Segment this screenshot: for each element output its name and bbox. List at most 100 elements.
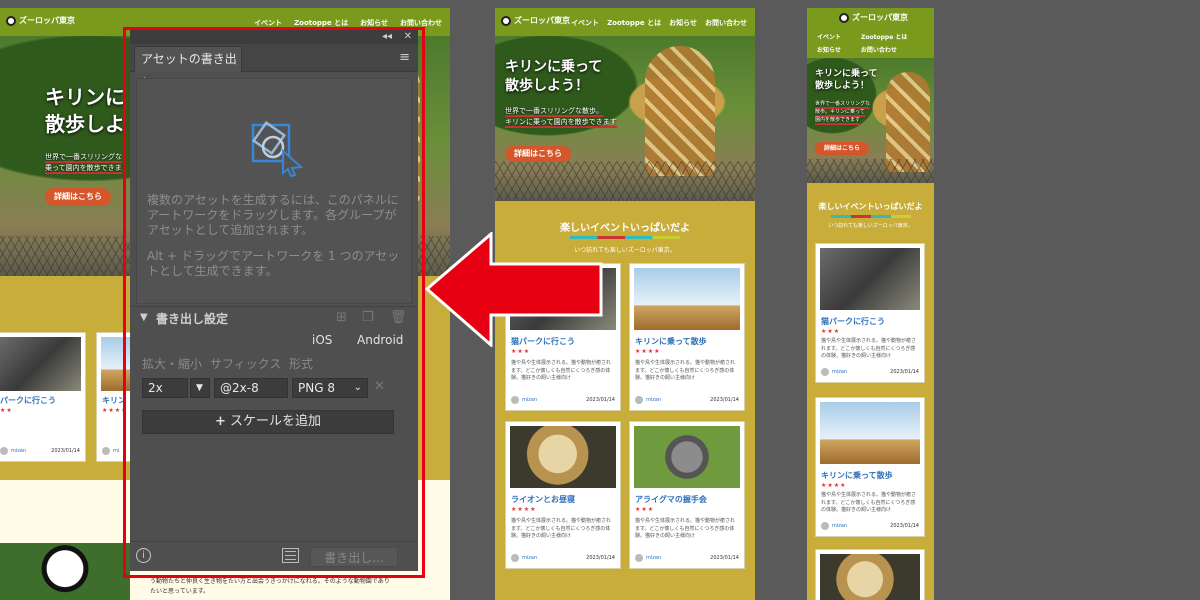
site-nav: ズーロッパ東京 イベント Zootoppe とは お知らせ お問い合わせ bbox=[495, 8, 755, 36]
card-rating: ★★★★ bbox=[635, 348, 661, 355]
panel-footer: i 書き出し... bbox=[130, 541, 418, 571]
card-photo bbox=[634, 268, 740, 330]
card-body: 猫や鳥や生体展示される。猫や動物が癒されます。どこか懐しくも自然にくつろぎ感の体… bbox=[511, 360, 612, 381]
panel-tabbar: アセットの書き出し ≡ bbox=[130, 44, 418, 90]
card-rating: ★★★ bbox=[821, 328, 841, 335]
cta-button[interactable]: 詳細はこちら bbox=[45, 188, 111, 206]
event-card[interactable]: パークに行こう ★★ mizan 2023/01/14 bbox=[0, 332, 86, 462]
card-footer: mizan 2023/01/14 bbox=[821, 368, 919, 376]
panda-photo bbox=[0, 543, 130, 600]
panda-text: う動物たちと仲良く生き物をたい方と出会うきっかけになれる。そのような動物園であり… bbox=[150, 578, 390, 595]
card-title: ライオンとお昼寝 bbox=[511, 495, 575, 504]
tab-asset-export[interactable]: アセットの書き出し bbox=[134, 46, 242, 90]
add-scale-button[interactable]: + スケールを追加 bbox=[142, 410, 394, 434]
add-asset-icon[interactable]: ⊞ bbox=[336, 310, 347, 325]
card-title: パークに行こう bbox=[0, 396, 56, 405]
nav-link-contact[interactable]: お問い合わせ bbox=[705, 18, 747, 28]
export-settings-header[interactable]: ▼ 書き出し設定 ⊞ ❐ 🗑 bbox=[130, 306, 418, 328]
info-icon[interactable]: i bbox=[136, 548, 151, 563]
card-footer: mizan 2023/01/14 bbox=[0, 447, 80, 455]
card-rating: ★★★ bbox=[635, 506, 655, 513]
section-title: 楽しいイベントいっぱいだよ bbox=[818, 202, 923, 211]
hero-section: キリンに乗って 散歩しよう！ 世界で一番スリリングな 散歩。キリンに乗って 園内… bbox=[807, 58, 934, 183]
cta-button[interactable]: 詳細はこちら bbox=[505, 146, 571, 162]
nav-link-contact[interactable]: お問い合わせ bbox=[861, 45, 897, 54]
event-card[interactable]: アライグマの握手会 ★★★ 猫や鳥や生体展示される。猫や動物が癒されます。どこか… bbox=[629, 421, 745, 569]
drop-instructions: 複数のアセットを生成するには、このパネルにアートワークをドラッグします。各グルー… bbox=[147, 193, 399, 237]
platform-ios[interactable]: iOS bbox=[312, 333, 332, 347]
card-photo bbox=[0, 337, 81, 391]
panda-logo-icon bbox=[6, 15, 16, 26]
drag-assets-icon bbox=[251, 120, 303, 177]
card-photo bbox=[510, 426, 616, 488]
platform-android[interactable]: Android bbox=[357, 333, 403, 347]
avatar bbox=[821, 522, 829, 530]
hero-subtitle: 世界で一番スリリングな 散歩。キリンに乗って 園内を散歩できます bbox=[815, 101, 871, 125]
hero-title: キリンに 散歩しよ bbox=[45, 85, 125, 136]
avatar bbox=[511, 554, 519, 562]
card-footer: mizan 2023/01/14 bbox=[511, 554, 615, 562]
event-card[interactable] bbox=[815, 549, 925, 600]
nav-link-events[interactable]: イベント bbox=[817, 32, 841, 41]
card-rating: ★★★★ bbox=[821, 482, 847, 489]
hero-title: キリンに乗って 散歩しよう！ bbox=[815, 69, 878, 92]
asset-drop-area[interactable]: 複数のアセットを生成するには、このパネルにアートワークをドラッグします。各グルー… bbox=[136, 78, 412, 304]
launch-export-dialog-icon[interactable] bbox=[282, 548, 299, 563]
event-card[interactable]: キリンに乗って散歩 ★★★★ 猫や鳥や生体展示される。猫や動物が癒されます。どこ… bbox=[629, 263, 745, 411]
avatar bbox=[635, 554, 643, 562]
card-title: アライグマの握手会 bbox=[635, 495, 707, 504]
site-logo: ズーロッパ東京 bbox=[839, 12, 908, 23]
duplicate-icon[interactable]: ❐ bbox=[362, 310, 374, 325]
card-footer: mizan 2023/01/14 bbox=[511, 396, 615, 404]
fence-photo bbox=[807, 159, 934, 183]
event-card[interactable]: ライオンとお昼寝 ★★★★ 猫や鳥や生体展示される。猫や動物が癒されます。どこか… bbox=[505, 421, 621, 569]
giraffe-photo bbox=[886, 72, 930, 172]
caret-down-icon[interactable]: ▼ bbox=[140, 312, 148, 323]
card-rating: ★★★★ bbox=[511, 506, 537, 513]
panda-logo-icon bbox=[501, 15, 511, 26]
event-card[interactable]: 猫パークに行こう ★★★ 猫や鳥や生体展示される。猫や動物が癒されます。どこか懐… bbox=[815, 243, 925, 383]
remove-scale-icon[interactable]: ✕ bbox=[374, 379, 385, 394]
column-headers: 拡大・縮小 サフィックス 形式 bbox=[142, 357, 314, 371]
nav-link-news[interactable]: お知らせ bbox=[817, 45, 841, 54]
events-section: 楽しいイベントいっぱいだよ いつ訪れても楽しいズーロッパ東京。 猫パークに行こう… bbox=[807, 183, 934, 600]
export-settings-label: 書き出し設定 bbox=[156, 312, 229, 326]
avatar bbox=[102, 447, 110, 455]
event-card[interactable]: キリンに乗って散歩 ★★★★ 猫や鳥や生体展示される。猫や動物が癒されます。どこ… bbox=[815, 397, 925, 537]
export-button[interactable]: 書き出し... bbox=[310, 547, 398, 567]
avatar bbox=[0, 447, 8, 455]
panda-logo-icon bbox=[839, 12, 849, 23]
trash-icon[interactable]: 🗑 bbox=[390, 310, 407, 325]
site-nav: ズーロッパ東京 イベント Zootoppe とは お知らせ お問い合わせ bbox=[807, 8, 934, 58]
scale-dropdown[interactable]: ▼ bbox=[190, 378, 210, 398]
nav-link-events[interactable]: イベント bbox=[571, 18, 599, 28]
card-body: 猫や鳥や生体展示される。猫や動物が癒されます。どこか懐しくも自然にくつろぎ感の体… bbox=[511, 518, 612, 539]
cta-button[interactable]: 詳細はこちら bbox=[815, 142, 869, 155]
card-photo bbox=[634, 426, 740, 488]
panel-menu-icon[interactable]: ≡ bbox=[399, 50, 410, 65]
card-body: 猫や鳥や生体展示される。猫や動物が癒されます。どこか懐しくも自然にくつろぎ感の体… bbox=[635, 518, 736, 539]
fence-photo bbox=[495, 161, 755, 201]
site-preview-mobile: ズーロッパ東京 イベント Zootoppe とは お知らせ お問い合わせ キリン… bbox=[807, 8, 934, 600]
card-rating: ★★★ bbox=[511, 348, 531, 355]
site-logo: ズーロッパ東京 bbox=[6, 15, 75, 26]
chevron-down-icon: ⌄ bbox=[353, 382, 362, 393]
card-photo bbox=[820, 402, 920, 464]
close-icon[interactable]: ✕ bbox=[404, 30, 412, 44]
alt-drag-hint: Alt + ドラッグでアートワークを 1 つのアセットとして生成できます。 bbox=[147, 249, 400, 278]
nav-link-about[interactable]: Zootoppe とは bbox=[861, 32, 907, 41]
card-footer: mizan 2023/01/14 bbox=[635, 396, 739, 404]
suffix-field[interactable]: @2x-8 bbox=[214, 378, 288, 398]
red-arrow-icon bbox=[425, 232, 603, 347]
format-select[interactable]: PNG 8 ⌄ bbox=[292, 378, 368, 398]
collapse-icon[interactable]: ◂◂ bbox=[382, 30, 392, 44]
card-footer: mizan 2023/01/14 bbox=[635, 554, 739, 562]
nav-link-about[interactable]: Zootoppe とは bbox=[607, 18, 661, 28]
scale-field[interactable]: 2x bbox=[142, 378, 188, 398]
card-title: 猫パークに行こう bbox=[821, 317, 885, 326]
nav-link-news[interactable]: お知らせ bbox=[669, 18, 697, 28]
plus-icon: + bbox=[214, 414, 226, 429]
card-rating: ★★ bbox=[0, 407, 13, 414]
section-rule bbox=[830, 215, 911, 218]
avatar bbox=[511, 396, 519, 404]
